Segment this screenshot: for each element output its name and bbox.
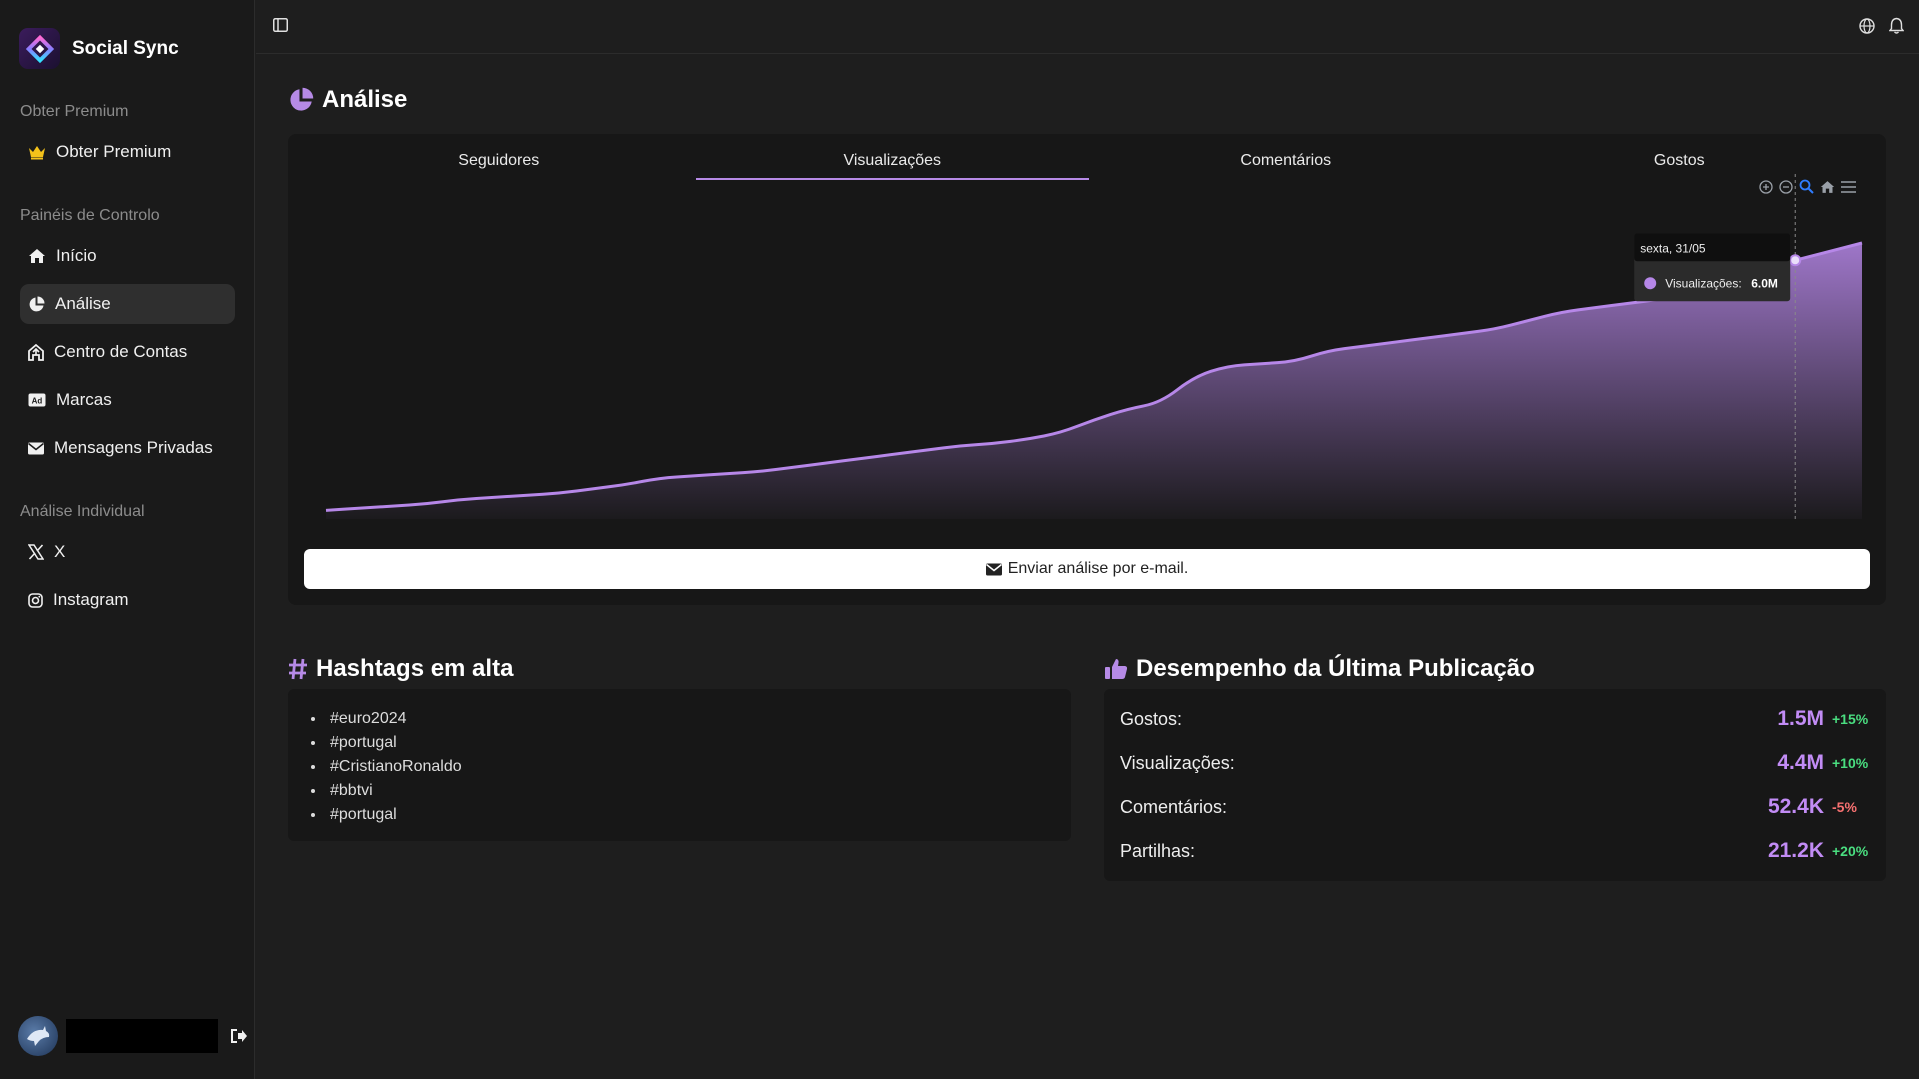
sidebar-item-x[interactable]: X xyxy=(20,532,235,572)
bell-icon[interactable] xyxy=(1889,17,1904,34)
perf-value: 21.2K xyxy=(1767,839,1824,862)
perf-label: Visualizações: xyxy=(1120,752,1235,773)
chart-menu-icon[interactable] xyxy=(1841,180,1856,193)
sidebar-item-label: Mensagens Privadas xyxy=(54,438,213,457)
sidebar-item-label: Obter Premium xyxy=(56,142,172,161)
sidebar-toggle-icon[interactable] xyxy=(273,18,288,32)
sidebar-item-instagram[interactable]: Instagram xyxy=(20,580,235,620)
avatar[interactable] xyxy=(18,1016,58,1056)
x-logo-icon xyxy=(28,544,44,560)
svg-text:Ad: Ad xyxy=(32,397,43,406)
section-label-dashboards: Painéis de Controlo xyxy=(20,207,160,224)
sidebar-item-mensagens-privadas[interactable]: Mensagens Privadas xyxy=(20,428,235,468)
perf-label: Partilhas: xyxy=(1120,840,1196,861)
views-area-chart: sexta, 31/05 Visualizações: 6.0M xyxy=(325,174,1863,519)
home-icon xyxy=(29,249,45,263)
sidebar-item-premium[interactable]: Obter Premium xyxy=(20,132,235,172)
chart-area-fill xyxy=(326,243,1862,519)
perf-change: -5% xyxy=(1832,799,1857,815)
page-title-text: Análise xyxy=(322,86,408,113)
pie-chart-icon xyxy=(290,87,314,111)
topbar xyxy=(256,0,1919,54)
hashtags-title-text: Hashtags em alta xyxy=(316,655,514,682)
sidebar-item-label: X xyxy=(54,542,66,561)
app-name: Social Sync xyxy=(72,37,179,59)
brand[interactable]: Social Sync xyxy=(19,28,179,69)
section-label-individual: Análise Individual xyxy=(20,503,145,520)
chart-tooltip: sexta, 31/05 Visualizações: 6.0M xyxy=(1634,233,1791,302)
zoom-out-icon[interactable] xyxy=(1779,179,1793,194)
perf-change: +10% xyxy=(1832,755,1869,771)
globe-icon[interactable] xyxy=(1859,18,1875,34)
perf-change: +20% xyxy=(1832,843,1869,859)
logout-icon[interactable] xyxy=(230,1028,248,1044)
zoom-in-icon[interactable] xyxy=(1759,179,1773,194)
ad-icon: Ad xyxy=(28,393,46,407)
tooltip-series-label: Visualizações: xyxy=(1665,276,1742,290)
perf-value: 1.5M xyxy=(1777,707,1824,730)
email-analysis-label: Enviar análise por e-mail. xyxy=(1007,560,1189,577)
sidebar-item-label: Centro de Contas xyxy=(54,342,188,361)
chart-hover-point[interactable] xyxy=(1789,254,1802,267)
crown-icon xyxy=(29,146,45,160)
shark-avatar-icon xyxy=(27,1026,50,1046)
sidebar-item-centro-de-contas[interactable]: Centro de Contas xyxy=(20,332,235,372)
user-profile xyxy=(18,1016,248,1056)
thumbs-up-icon xyxy=(1105,659,1128,679)
perf-value: 52.4K xyxy=(1767,795,1824,818)
sidebar-item-inicio[interactable]: Início xyxy=(20,236,235,276)
hashtag-item[interactable]: #euro2024 xyxy=(326,709,1071,733)
reset-zoom-home-icon[interactable] xyxy=(1820,180,1835,194)
page-title: Análise xyxy=(288,86,407,114)
perf-value: 4.4M xyxy=(1777,751,1824,774)
sidebar-item-label: Análise xyxy=(55,294,111,313)
chart-card: Seguidores Visualizações Comentários Gos… xyxy=(288,134,1886,605)
sidebar: Social Sync Obter Premium Obter Premium … xyxy=(0,0,255,1079)
perf-change: +15% xyxy=(1832,711,1869,727)
app-logo-icon xyxy=(19,28,60,69)
hashtag-icon xyxy=(289,658,307,680)
performance-title-text: Desempenho da Última Publicação xyxy=(1136,655,1535,682)
sidebar-item-label: Marcas xyxy=(56,390,112,409)
perf-row-likes: Gostos: 1.5M +15% xyxy=(1120,704,1870,734)
perf-row-views: Visualizações: 4.4M +10% xyxy=(1120,748,1870,778)
zoom-select-icon[interactable] xyxy=(1799,179,1814,194)
sidebar-item-label: Instagram xyxy=(53,590,129,609)
perf-row-comments: Comentários: 52.4K -5% xyxy=(1120,792,1870,822)
email-analysis-button[interactable]: Enviar análise por e-mail. xyxy=(304,549,1870,589)
tooltip-value: 6.0M xyxy=(1751,276,1778,290)
hashtags-card: #euro2024 #portugal #CristianoRonaldo #b… xyxy=(288,689,1071,841)
pie-chart-icon xyxy=(29,296,45,311)
tooltip-series-marker xyxy=(1644,277,1657,290)
performance-title: Desempenho da Última Publicação xyxy=(1104,655,1535,683)
perf-label: Comentários: xyxy=(1120,796,1228,817)
instagram-icon xyxy=(28,592,43,608)
tooltip-title: sexta, 31/05 xyxy=(1640,241,1706,255)
hashtags-title: Hashtags em alta xyxy=(288,655,513,683)
hashtags-list: #euro2024 #portugal #CristianoRonaldo #b… xyxy=(326,709,1071,829)
account-center-icon xyxy=(28,343,44,361)
performance-card: Gostos: 1.5M +15% Visualizações: 4.4M +1… xyxy=(1104,689,1886,881)
hashtag-item[interactable]: #bbtvi xyxy=(326,781,1071,805)
user-name-redacted xyxy=(66,1019,218,1053)
chart-toolbar xyxy=(1759,179,1856,194)
section-label-premium: Obter Premium xyxy=(20,103,129,120)
perf-label: Gostos: xyxy=(1120,708,1183,729)
envelope-icon xyxy=(28,442,44,454)
hashtag-item[interactable]: #portugal xyxy=(326,733,1071,757)
hashtag-item[interactable]: #portugal xyxy=(326,805,1071,829)
sidebar-item-analise[interactable]: Análise xyxy=(20,284,235,324)
perf-row-shares: Partilhas: 21.2K +20% xyxy=(1120,836,1870,866)
envelope-icon xyxy=(985,563,1002,575)
sidebar-item-marcas[interactable]: Ad Marcas xyxy=(20,380,235,420)
sidebar-item-label: Início xyxy=(56,246,97,265)
hashtag-item[interactable]: #CristianoRonaldo xyxy=(326,757,1071,781)
